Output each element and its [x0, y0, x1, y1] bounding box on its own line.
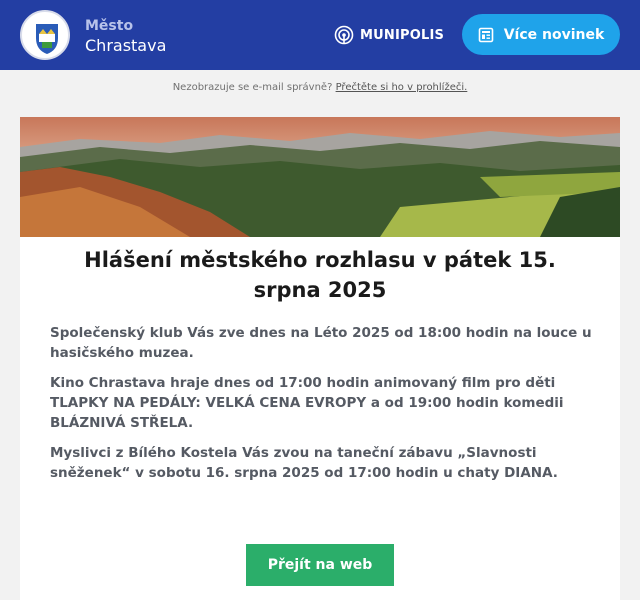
brand-name: MUNIPOLIS: [360, 27, 445, 43]
more-news-label: Více novinek: [503, 26, 605, 43]
more-news-button[interactable]: Více novinek: [462, 14, 620, 55]
article-title: Hlášení městského rozhlasu v pátek 15. s…: [84, 248, 556, 302]
view-in-browser-link[interactable]: Přečtěte si ho v prohlížeči.: [336, 82, 468, 93]
go-to-web-button[interactable]: Přejít na web: [246, 544, 394, 586]
article-paragraph: Kino Chrastava hraje dnes od 17:00 hodin…: [50, 375, 564, 431]
town-logo[interactable]: [20, 10, 70, 60]
newspaper-icon: [478, 27, 494, 42]
article-paragraph: Myslivci z Bílého Kostela Vás zvou na ta…: [50, 445, 558, 481]
coat-of-arms-icon: [36, 24, 58, 54]
article-card: Hlášení městského rozhlasu v pátek 15. s…: [20, 117, 620, 600]
notice-text: Nezobrazuje se e-mail správně?: [172, 82, 333, 93]
town-prefix: Město: [85, 18, 134, 34]
article-paragraph: Společenský klub Vás zve dnes na Léto 20…: [50, 325, 592, 361]
town-name: Chrastava: [85, 36, 167, 55]
header-bar: Město Chrastava MUNIPOLIS Více novinek: [0, 0, 640, 70]
munipolis-brand[interactable]: MUNIPOLIS: [334, 24, 444, 46]
broadcast-icon: [334, 25, 354, 45]
landscape-banner-image: [20, 117, 620, 237]
town-name-block: Město Chrastava: [85, 16, 166, 56]
browser-view-notice: Nezobrazuje se e-mail správně? Přečtěte …: [0, 82, 640, 93]
